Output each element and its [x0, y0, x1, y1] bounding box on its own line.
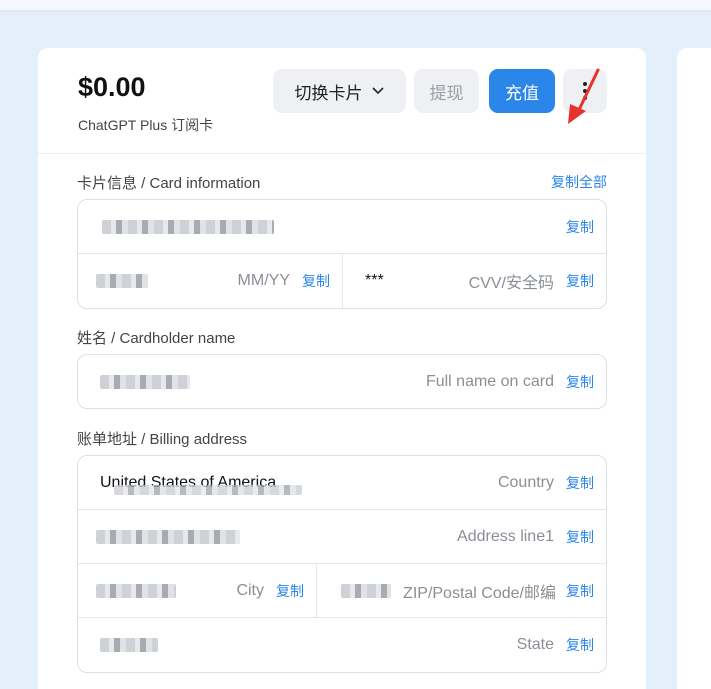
city-zip-row: City 复制 ZIP/Postal Code/邮编 复制 — [78, 564, 606, 618]
cardholder-redacted — [100, 375, 190, 389]
copy-address-button[interactable]: 复制 — [566, 527, 594, 547]
billing-box: United States of America Country 复制 Addr… — [77, 455, 607, 673]
country-placeholder: Country — [497, 473, 554, 491]
copy-all-button[interactable]: 复制全部 — [551, 172, 607, 192]
billing-label: 账单地址 / Billing address — [77, 431, 248, 448]
city-redacted — [96, 583, 176, 598]
card-info-box: 复制 MM/YY 复制 *** CVV/安全码 复制 — [77, 199, 607, 309]
zip-redacted — [341, 583, 391, 598]
topup-button[interactable]: 充值 — [489, 69, 555, 113]
cardholder-label: 姓名 / Cardholder name — [77, 330, 236, 347]
state-row: State 复制 — [78, 618, 606, 672]
state-placeholder: State — [516, 636, 554, 653]
city-placeholder: City — [236, 581, 264, 599]
cardholder-box: Full name on card 复制 — [77, 354, 607, 409]
switch-card-button[interactable]: 切换卡片 — [273, 69, 406, 113]
annotation-arrow-icon — [568, 68, 600, 124]
expiry-cvv-row: MM/YY 复制 *** CVV/安全码 复制 — [78, 254, 606, 308]
chevron-down-icon — [371, 87, 384, 95]
copy-cardholder-button[interactable]: 复制 — [566, 372, 594, 392]
cvv-value: *** — [365, 272, 384, 289]
country-row: United States of America Country 复制 — [78, 456, 606, 510]
copy-card-number-button[interactable]: 复制 — [566, 217, 594, 237]
top-bar — [0, 0, 711, 10]
expiry-redacted — [96, 274, 148, 288]
cvv-cell: *** CVV/安全码 复制 — [343, 254, 606, 308]
zip-placeholder: ZIP/Postal Code/邮编 — [403, 584, 556, 602]
card-balance: $0.00 — [78, 72, 146, 102]
switch-card-label: 切换卡片 — [294, 83, 363, 103]
card-number-row: 复制 — [78, 200, 606, 254]
copy-zip-button[interactable]: 复制 — [566, 581, 594, 601]
virtual-card-panel: $0.00 ChatGPT Plus 订阅卡 切换卡片 提现 充值 卡片信息 /… — [38, 48, 646, 689]
right-panel — [677, 48, 711, 689]
expiry-cell: MM/YY 复制 — [78, 254, 343, 308]
cvv-placeholder: CVV/安全码 — [468, 275, 554, 292]
address-row: Address line1 复制 — [78, 510, 606, 564]
copy-country-button[interactable]: 复制 — [566, 473, 594, 493]
state-redacted — [100, 638, 158, 652]
city-cell: City 复制 — [78, 564, 317, 617]
cardholder-placeholder: Full name on card — [425, 373, 554, 390]
copy-expiry-button[interactable]: 复制 — [302, 271, 330, 291]
address-redacted — [96, 529, 240, 544]
copy-city-button[interactable]: 复制 — [276, 581, 304, 601]
copy-state-button[interactable]: 复制 — [566, 635, 594, 655]
withdraw-button[interactable]: 提现 — [414, 69, 479, 113]
expiry-placeholder: MM/YY — [237, 272, 290, 289]
card-name: ChatGPT Plus 订阅卡 — [78, 117, 214, 133]
cardholder-row: Full name on card 复制 — [78, 355, 606, 409]
card-number-redacted — [102, 219, 274, 234]
zip-cell: ZIP/Postal Code/邮编 复制 — [317, 564, 606, 617]
copy-cvv-button[interactable]: 复制 — [566, 271, 594, 291]
card-info-label: 卡片信息 / Card information — [77, 175, 261, 192]
card-header: $0.00 ChatGPT Plus 订阅卡 切换卡片 提现 充值 — [38, 48, 646, 154]
address-placeholder: Address line1 — [457, 527, 554, 545]
country-redacted — [114, 485, 302, 495]
